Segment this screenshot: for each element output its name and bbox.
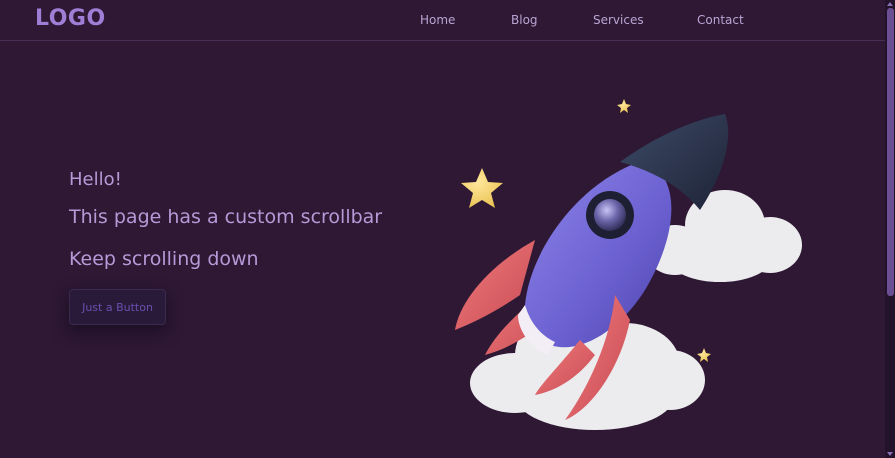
nav-link-home[interactable]: Home [420, 13, 455, 27]
scroll-down-arrow-icon[interactable] [887, 452, 893, 456]
star-icon [461, 168, 503, 208]
nav-link-services[interactable]: Services [593, 13, 644, 27]
page: LOGO Home Blog Services Contact Hello! T… [0, 0, 895, 458]
logo[interactable]: LOGO [35, 6, 106, 31]
star-icon [617, 99, 631, 113]
rocket-illustration [455, 99, 802, 430]
nav-link-contact[interactable]: Contact [697, 13, 744, 27]
nav-link-blog[interactable]: Blog [511, 13, 538, 27]
hero-greeting: Hello! [69, 169, 122, 190]
star-icon [697, 348, 711, 362]
hero-subheading: Keep scrolling down [69, 248, 259, 270]
hero-heading: This page has a custom scrollbar [69, 206, 383, 228]
just-a-button[interactable]: Just a Button [69, 289, 166, 325]
rocket-body [524, 160, 672, 348]
navbar: LOGO Home Blog Services Contact [0, 0, 885, 41]
scrollbar[interactable] [885, 0, 895, 458]
scroll-up-arrow-icon[interactable] [887, 2, 893, 6]
scrollbar-thumb[interactable] [887, 8, 894, 296]
